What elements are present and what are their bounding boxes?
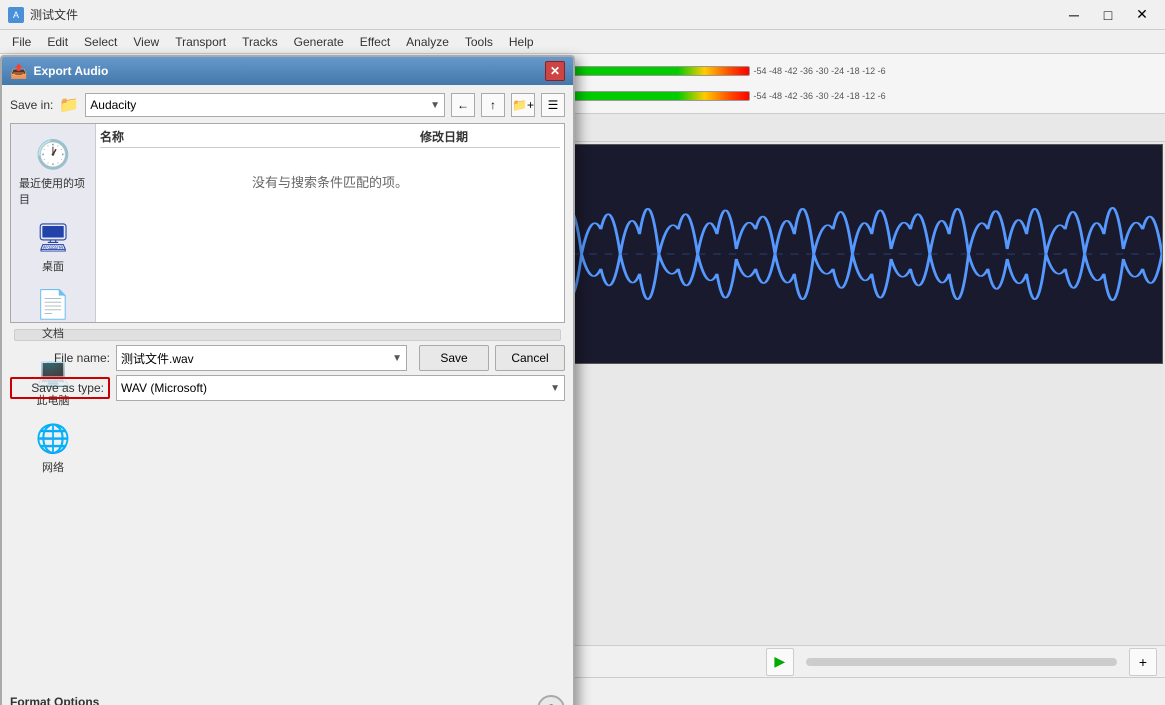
menu-view[interactable]: View [125, 33, 167, 51]
vu-meter-area: 🎤 R -54 -48 -42 -36 -30 -24 -18 -12 -6 🔊… [524, 61, 894, 107]
col-name[interactable]: 名称 [100, 128, 420, 145]
dialog-close-button[interactable]: ✕ [545, 61, 565, 81]
nav-recent-label: 最近使用的项目 [19, 175, 87, 207]
saveastype-combo[interactable]: WAV (Microsoft) ▼ [116, 375, 565, 401]
network-icon: 🌐 [36, 422, 71, 455]
filename-value: 测试文件.wav [121, 350, 194, 367]
file-list-empty: 没有与搜索条件匹配的项。 [100, 152, 560, 211]
dialog-title: Export Audio [33, 64, 108, 78]
maximize-button[interactable]: □ [1093, 5, 1123, 25]
save-in-row: Save in: 📁 Audacity ▼ ← ↑ 📁+ ☰ [10, 93, 565, 117]
nav-desktop[interactable]: 🖥 桌面 [15, 215, 91, 280]
close-button[interactable]: ✕ [1127, 5, 1157, 25]
menu-select[interactable]: Select [76, 33, 125, 51]
nav-view-button[interactable]: ☰ [541, 93, 565, 117]
folder-icon: 📁 [59, 95, 79, 115]
format-options-row: Format Options Encoding: ? [10, 691, 565, 705]
expand-button[interactable]: + [1129, 648, 1157, 676]
save-button[interactable]: Save [419, 345, 489, 371]
nav-recent[interactable]: 🕐 最近使用的项目 [15, 132, 91, 213]
menu-generate[interactable]: Generate [286, 33, 352, 51]
recent-icon: 🕐 [36, 138, 71, 171]
menu-tracks[interactable]: Tracks [234, 33, 286, 51]
file-list-content: 名称 修改日期 没有与搜索条件匹配的项。 [96, 124, 564, 322]
save-in-combo[interactable]: Audacity ▼ [85, 93, 445, 117]
nav-network[interactable]: 🌐 网络 [15, 416, 91, 481]
menu-effect[interactable]: Effect [352, 33, 398, 51]
dialog-buttons: Save Cancel [419, 345, 565, 371]
menu-analyze[interactable]: Analyze [398, 33, 457, 51]
saveastype-row: Save as type: WAV (Microsoft) ▼ [10, 375, 565, 401]
dialog-title-bar: 📤 Export Audio ✕ [2, 57, 573, 85]
dialog-body: Save in: 📁 Audacity ▼ ← ↑ 📁+ ☰ 🕐 最近使用的项目 [2, 85, 573, 705]
minimize-button[interactable]: ─ [1059, 5, 1089, 25]
saveastype-label: Save as type: [10, 377, 110, 399]
filename-row: File name: 测试文件.wav ▼ Save Cancel [10, 345, 565, 371]
saveastype-value: WAV (Microsoft) [121, 381, 207, 395]
window-title: 测试文件 [30, 6, 78, 23]
menu-transport[interactable]: Transport [167, 33, 234, 51]
save-in-value: Audacity [90, 98, 136, 112]
save-in-label: Save in: [10, 98, 53, 112]
docs-icon: 📄 [36, 288, 71, 321]
export-audio-dialog: 📤 Export Audio ✕ Save in: 📁 Audacity ▼ ←… [0, 55, 575, 705]
nav-back-button[interactable]: ← [451, 93, 475, 117]
nav-network-label: 网络 [42, 459, 64, 475]
desktop-icon: 🖥 [35, 221, 71, 254]
filename-arrow[interactable]: ▼ [392, 353, 402, 364]
help-button[interactable]: ? [537, 695, 565, 705]
menu-tools[interactable]: Tools [457, 33, 501, 51]
format-options-section: Format Options Encoding: [10, 691, 99, 705]
nav-docs[interactable]: 📄 文档 [15, 282, 91, 347]
nav-up-button[interactable]: ↑ [481, 93, 505, 117]
form-area: File name: 测试文件.wav ▼ Save Cancel Save a… [10, 341, 565, 705]
menu-help[interactable]: Help [501, 33, 542, 51]
filename-label: File name: [10, 351, 110, 365]
title-bar: A 测试文件 ─ □ ✕ [0, 0, 1165, 30]
app-icon: A [8, 7, 24, 23]
save-in-arrow[interactable]: ▼ [430, 100, 440, 111]
menu-edit[interactable]: Edit [39, 33, 76, 51]
nav-new-folder-button[interactable]: 📁+ [511, 93, 535, 117]
nav-docs-label: 文档 [42, 325, 64, 341]
cancel-button[interactable]: Cancel [495, 345, 565, 371]
play-bottom-button[interactable]: ▶ [766, 648, 794, 676]
nav-desktop-label: 桌面 [42, 258, 64, 274]
format-options-label: Format Options [10, 695, 99, 705]
filename-input[interactable]: 测试文件.wav ▼ [116, 345, 407, 371]
file-list-header: 名称 修改日期 [100, 128, 560, 148]
menu-bar: File Edit Select View Transport Tracks G… [0, 30, 1165, 54]
menu-file[interactable]: File [4, 33, 39, 51]
sidebar-nav: 🕐 最近使用的项目 🖥 桌面 📄 文档 💻 此电脑 [11, 124, 96, 322]
saveastype-arrow[interactable]: ▼ [550, 383, 560, 394]
col-date[interactable]: 修改日期 [420, 128, 560, 145]
horizontal-scrollbar[interactable] [14, 329, 561, 341]
file-list-area: 🕐 最近使用的项目 🖥 桌面 📄 文档 💻 此电脑 [10, 123, 565, 323]
